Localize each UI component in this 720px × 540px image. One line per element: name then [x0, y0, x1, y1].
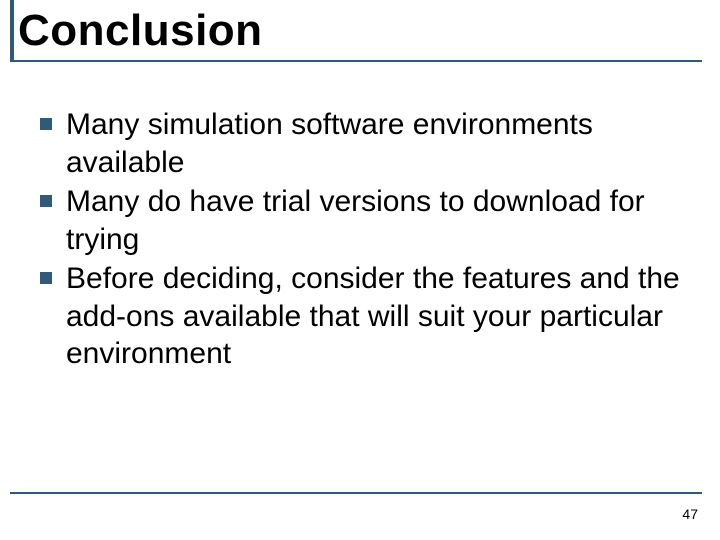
bullet-text: Many do have trial versions to download …	[66, 183, 696, 258]
page-number: 47	[682, 506, 698, 522]
bullet-text: Many simulation software environments av…	[66, 106, 696, 181]
slide-title: Conclusion	[18, 6, 263, 56]
bullet-item: Many do have trial versions to download …	[40, 183, 696, 258]
bullet-square-icon	[40, 118, 52, 130]
bullet-text: Before deciding, consider the features a…	[66, 260, 696, 373]
title-underline	[10, 60, 702, 62]
left-accent-bar	[10, 0, 14, 60]
bullet-square-icon	[40, 195, 52, 207]
bullet-square-icon	[40, 272, 52, 284]
bottom-rule	[10, 492, 702, 494]
slide-body: Many simulation software environments av…	[40, 106, 696, 375]
slide: Conclusion Many simulation software envi…	[0, 0, 720, 540]
bullet-item: Many simulation software environments av…	[40, 106, 696, 181]
bullet-item: Before deciding, consider the features a…	[40, 260, 696, 373]
